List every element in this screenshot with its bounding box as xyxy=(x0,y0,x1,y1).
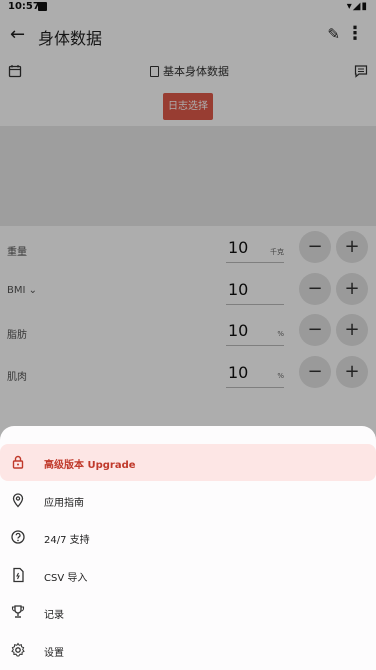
menu-item-csv-import[interactable]: CSV 导入 xyxy=(0,557,376,594)
settings-icon xyxy=(11,642,25,657)
menu-item-support[interactable]: 24/7 支持 xyxy=(0,519,376,556)
lock-icon xyxy=(12,455,24,469)
menu-item-upgrade[interactable]: 高级版本 Upgrade xyxy=(0,444,376,481)
bottom-sheet-menu: 高级版本 Upgrade 应用指南 24/7 支持 CSV 导入 记录 设置 xyxy=(0,426,376,670)
menu-item-label: CSV 导入 xyxy=(44,573,88,584)
menu-item-label: 设置 xyxy=(44,648,64,659)
menu-item-label: 记录 xyxy=(44,610,64,621)
menu-item-label: 24/7 支持 xyxy=(44,535,90,546)
help-icon xyxy=(11,530,25,544)
menu-item-records[interactable]: 记录 xyxy=(0,594,376,631)
map-pin-icon xyxy=(12,493,24,508)
menu-item-settings[interactable]: 设置 xyxy=(0,632,376,669)
menu-item-label: 高级版本 Upgrade xyxy=(44,460,136,471)
menu-item-label: 应用指南 xyxy=(44,498,84,509)
trophy-icon xyxy=(11,605,25,618)
menu-item-guide[interactable]: 应用指南 xyxy=(0,482,376,519)
file-import-icon xyxy=(13,567,24,583)
